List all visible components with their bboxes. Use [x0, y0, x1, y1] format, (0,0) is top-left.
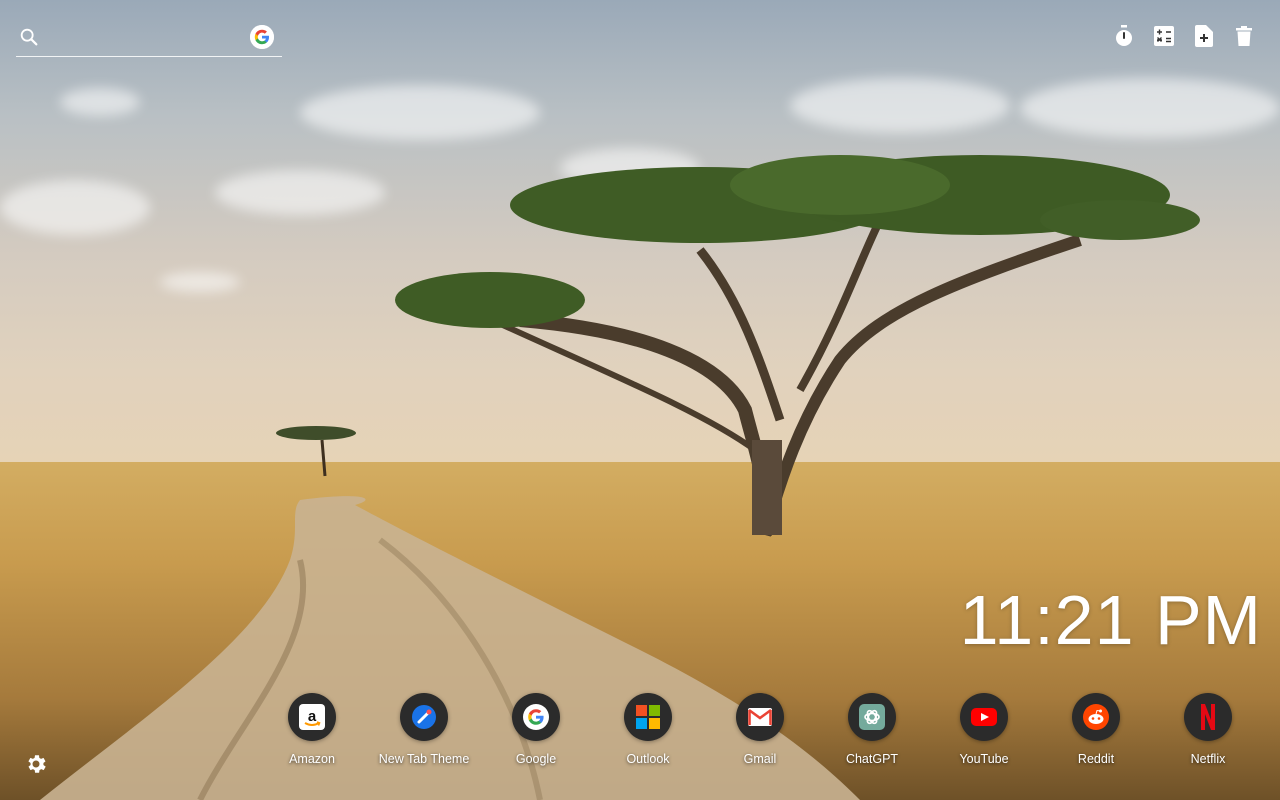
clock: 11:21 PM: [959, 581, 1262, 659]
shortcut-label: Gmail: [743, 752, 777, 766]
shortcut-label: Outlook: [626, 752, 670, 766]
search-icon[interactable]: [18, 26, 40, 48]
shortcut-amazon[interactable]: a Amazon: [256, 693, 368, 773]
shortcut-bar: a Amazon New Tab Theme Google Outlook Gm…: [256, 693, 1264, 773]
shortcut-label: New Tab Theme: [378, 752, 470, 766]
amazon-icon[interactable]: a: [288, 693, 336, 741]
outlook-icon[interactable]: [624, 693, 672, 741]
trash-icon[interactable]: [1232, 24, 1256, 48]
toolbar: [1112, 24, 1256, 48]
reddit-icon[interactable]: [1072, 693, 1120, 741]
shortcut-youtube[interactable]: YouTube: [928, 693, 1040, 773]
calculator-icon[interactable]: [1152, 24, 1176, 48]
shortcut-label: Google: [515, 752, 557, 766]
new-tab-theme-icon[interactable]: [400, 693, 448, 741]
wallpaper: [0, 0, 1280, 800]
shortcut-google[interactable]: Google: [480, 693, 592, 773]
stopwatch-icon[interactable]: [1112, 24, 1136, 48]
shortcut-gmail[interactable]: Gmail: [704, 693, 816, 773]
google-icon[interactable]: [512, 693, 560, 741]
shortcut-label: Reddit: [1077, 752, 1115, 766]
svg-text:a: a: [308, 708, 317, 725]
gear-icon[interactable]: [24, 752, 48, 776]
shortcut-reddit[interactable]: Reddit: [1040, 693, 1152, 773]
shortcut-new-tab-theme[interactable]: New Tab Theme: [368, 693, 480, 773]
netflix-icon[interactable]: [1184, 693, 1232, 741]
add-note-icon[interactable]: [1192, 24, 1216, 48]
search-input[interactable]: [50, 24, 244, 52]
youtube-icon[interactable]: [960, 693, 1008, 741]
shortcut-label: YouTube: [959, 752, 1009, 766]
shortcut-label: ChatGPT: [845, 752, 899, 766]
shortcut-label: Netflix: [1190, 752, 1226, 766]
shortcut-netflix[interactable]: Netflix: [1152, 693, 1264, 773]
search-bar[interactable]: [16, 20, 282, 57]
shortcut-label: Amazon: [289, 752, 335, 766]
gmail-icon[interactable]: [736, 693, 784, 741]
shortcut-outlook[interactable]: Outlook: [592, 693, 704, 773]
chatgpt-icon[interactable]: [848, 693, 896, 741]
google-icon[interactable]: [250, 25, 274, 49]
scene-illustration: [40, 155, 1200, 800]
shortcut-chatgpt[interactable]: ChatGPT: [816, 693, 928, 773]
